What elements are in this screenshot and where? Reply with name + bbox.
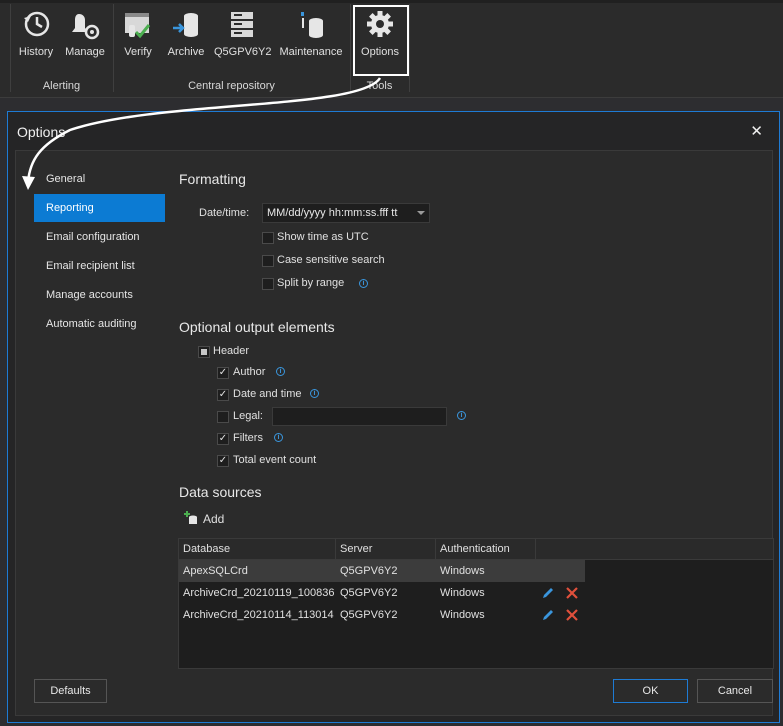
verify-label: Verify [124,46,152,58]
nav-item-general[interactable]: General [34,165,165,193]
ribbon-toolbar: History Manage Verify Archive Q5GPV6Y2 M… [0,0,783,98]
ok-button[interactable]: OK [613,679,688,703]
author-label: Author [233,366,266,378]
table-row[interactable]: ArchiveCrd_20210114_113014 Q5GPV6Y2 Wind… [179,604,585,626]
legal-label: Legal: [233,410,263,422]
chevron-down-icon [417,211,425,215]
manage-icon [72,14,100,40]
nav-item-manage-accounts[interactable]: Manage accounts [34,281,165,309]
group-separator [113,4,114,92]
filters-checkbox[interactable]: ✓ [217,433,229,445]
cell-database: ArchiveCrd_20210114_113014 [183,609,334,621]
add-button[interactable]: Add [184,511,244,527]
date-time-value: MM/dd/yyyy hh:mm:ss.fff tt [267,207,398,219]
options-highlight-box [353,5,409,76]
author-checkbox[interactable]: ✓ [217,367,229,379]
datasources-grid: Database Server Authentication ApexSQLCr… [178,538,774,669]
header-label: Header [213,345,250,357]
manage-label: Manage [65,46,105,58]
column-header-server[interactable]: Server [336,539,436,560]
info-icon[interactable]: i [276,367,285,376]
maintenance-icon [301,12,323,38]
column-header-database[interactable]: Database [179,539,336,560]
header-checkbox[interactable] [198,346,210,358]
total-event-count-label: Total event count [233,454,317,466]
maintenance-button[interactable]: Maintenance [279,8,343,68]
cancel-button[interactable]: Cancel [697,679,773,703]
server-label: Q5GPV6Y2 [214,46,272,58]
manage-button[interactable]: Manage [63,8,107,68]
case-sensitive-checkbox[interactable] [262,255,274,267]
table-row[interactable]: ApexSQLCrd Q5GPV6Y2 Windows [179,560,585,582]
server-icon [231,12,253,37]
cell-database: ArchiveCrd_20210119_100836 [183,587,335,599]
formatting-title: Formatting [179,171,246,187]
edit-pencil-icon[interactable] [541,586,555,600]
group-label-alerting: Alerting [42,80,81,92]
ribbon-top-strip [0,0,783,3]
nav-item-email-configuration[interactable]: Email configuration [34,223,165,251]
archive-label: Archive [167,46,205,58]
verify-icon [125,13,151,39]
date-time-label: Date/time: [199,207,250,219]
cell-server: Q5GPV6Y2 [340,609,398,621]
nav-item-email-recipient-list[interactable]: Email recipient list [34,252,165,280]
date-time-select[interactable]: MM/dd/yyyy hh:mm:ss.fff tt [262,203,430,223]
case-sensitive-label: Case sensitive search [277,254,385,266]
add-label: Add [203,512,225,526]
show-utc-checkbox[interactable] [262,232,274,244]
info-icon[interactable]: i [310,389,319,398]
close-icon[interactable]: ✕ [750,122,763,140]
cell-authentication: Windows [440,587,485,599]
cell-database: ApexSQLCrd [183,565,248,577]
legal-checkbox[interactable] [217,411,229,423]
dialog-title: Options [17,124,66,140]
verify-button[interactable]: Verify [118,8,158,68]
show-utc-label: Show time as UTC [277,231,369,243]
filters-label: Filters [233,432,263,444]
add-database-icon [184,511,197,524]
cell-server: Q5GPV6Y2 [340,565,398,577]
datasources-title: Data sources [179,484,262,500]
nav-item-automatic-auditing[interactable]: Automatic auditing [34,310,165,338]
split-range-label: Split by range [277,277,345,289]
legal-input[interactable] [272,407,447,426]
info-icon[interactable]: i [359,279,368,288]
edit-pencil-icon[interactable] [541,608,555,622]
date-and-time-label: Date and time [233,388,302,400]
delete-icon[interactable] [565,608,579,622]
group-separator [350,4,351,92]
archive-icon [173,13,198,37]
history-button[interactable]: History [14,8,58,68]
group-separator [409,4,410,92]
info-icon[interactable]: i [274,433,283,442]
maintenance-label: Maintenance [279,46,343,58]
split-range-checkbox[interactable] [262,278,274,290]
output-title: Optional output elements [179,319,335,335]
total-event-count-checkbox[interactable]: ✓ [217,455,229,467]
group-label-central-repository: Central repository [188,80,275,92]
history-icon [24,11,50,37]
cell-authentication: Windows [440,609,485,621]
cell-server: Q5GPV6Y2 [340,587,398,599]
cell-authentication: Windows [440,565,485,577]
server-button[interactable]: Q5GPV6Y2 [214,8,272,68]
dialog-content: General Reporting Email configuration Em… [15,150,774,716]
column-header-actions [536,539,773,560]
table-row[interactable]: ArchiveCrd_20210119_100836 Q5GPV6Y2 Wind… [179,582,585,604]
delete-icon[interactable] [565,586,579,600]
archive-button[interactable]: Archive [164,8,208,68]
history-label: History [18,46,54,58]
group-separator [10,4,11,92]
defaults-button[interactable]: Defaults [34,679,107,703]
info-icon[interactable]: i [457,411,466,420]
group-label-tools: Tools [366,80,393,92]
nav-item-reporting[interactable]: Reporting [34,194,165,222]
column-header-authentication[interactable]: Authentication [436,539,536,560]
date-and-time-checkbox[interactable]: ✓ [217,389,229,401]
options-dialog: Options ✕ General Reporting Email config… [7,111,780,723]
